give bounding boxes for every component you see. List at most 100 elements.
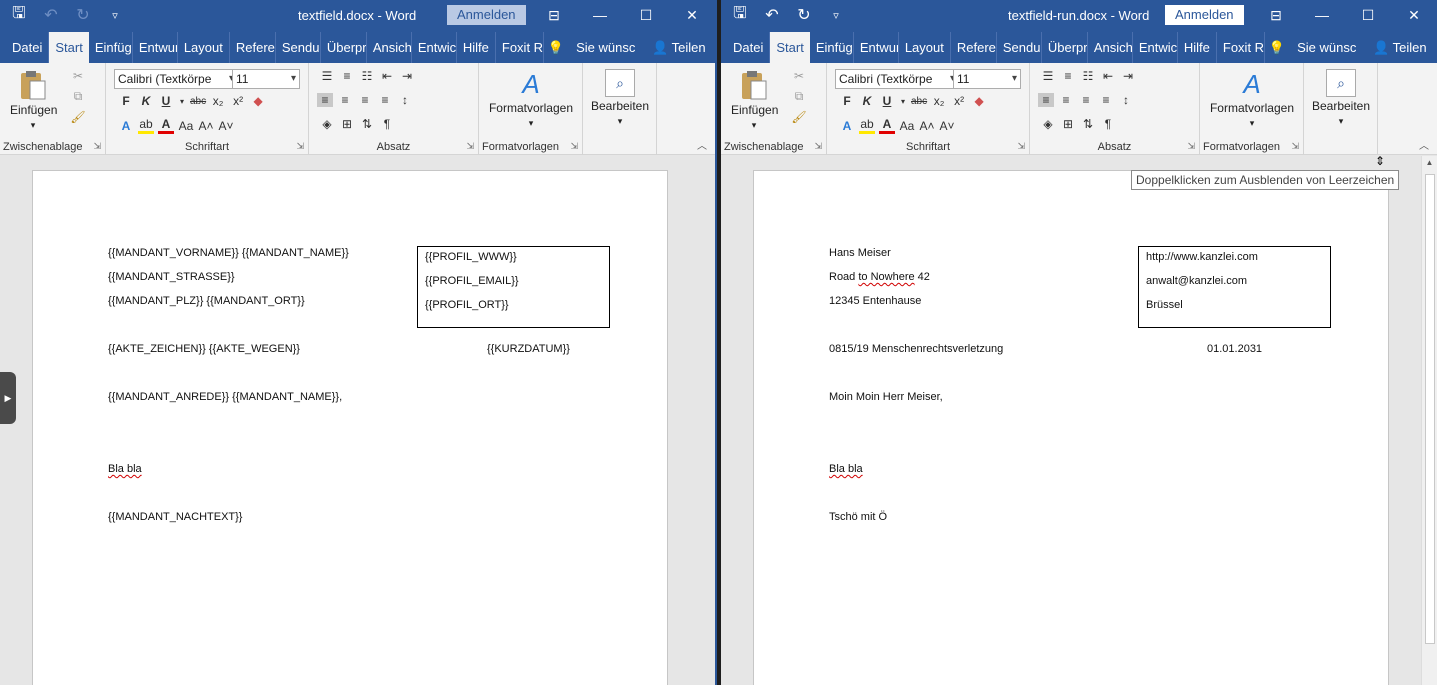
strikethrough-icon[interactable]: abc: [911, 96, 927, 107]
font-color-icon[interactable]: A: [158, 117, 174, 134]
customize-qat-icon[interactable]: ▿: [825, 9, 847, 22]
tab-file[interactable]: Datei: [6, 32, 50, 63]
tab-layout[interactable]: Layout: [899, 32, 951, 63]
side-panel-handle[interactable]: ▶: [0, 372, 16, 424]
tab-help[interactable]: Hilfe: [457, 32, 496, 63]
justify-icon[interactable]: ≡: [1098, 93, 1114, 107]
increase-indent-icon[interactable]: ⇥: [399, 69, 415, 83]
customize-qat-icon[interactable]: ▿: [104, 9, 126, 22]
tell-me-search[interactable]: Sie wünsc: [570, 32, 646, 63]
grow-font-icon[interactable]: A˄: [919, 119, 935, 133]
align-right-icon[interactable]: ≡: [1078, 93, 1094, 107]
line-spacing-icon[interactable]: ↕: [1118, 93, 1134, 107]
editing-button[interactable]: ⌕ Bearbeiten ▾: [589, 69, 651, 127]
tab-home[interactable]: Start: [49, 32, 89, 63]
whitespace-toggle-icon[interactable]: ⇕: [1375, 154, 1385, 168]
font-name-combo[interactable]: Calibri (Textkörpe▾: [835, 69, 959, 89]
tab-mailings[interactable]: Sendur: [997, 32, 1042, 63]
minimize-icon[interactable]: —: [577, 0, 623, 30]
tab-insert[interactable]: Einfüg: [810, 32, 854, 63]
change-case-icon[interactable]: Aa: [899, 119, 915, 133]
dropdown-icon[interactable]: ▾: [899, 97, 907, 106]
text-box[interactable]: {{PROFIL_WWW}} {{PROFIL_EMAIL}} {{PROFIL…: [417, 246, 610, 328]
tab-references[interactable]: Referer: [230, 32, 276, 63]
borders-icon[interactable]: ⊞: [339, 117, 355, 131]
format-painter-icon[interactable]: 🖌: [70, 110, 86, 124]
format-painter-icon[interactable]: 🖌: [791, 110, 807, 124]
font-size-combo[interactable]: 11 ▾: [232, 69, 300, 89]
underline-icon[interactable]: U: [158, 94, 174, 108]
bold-icon[interactable]: F: [839, 94, 855, 108]
tab-view[interactable]: Ansich: [367, 32, 412, 63]
tab-foxit[interactable]: Foxit R: [496, 32, 544, 63]
align-left-icon[interactable]: ≡: [317, 93, 333, 107]
close-icon[interactable]: ✕: [1391, 0, 1437, 30]
show-marks-icon[interactable]: ¶: [379, 117, 395, 131]
tab-layout[interactable]: Layout: [178, 32, 230, 63]
share-button[interactable]: 👤 Teilen: [646, 32, 712, 63]
redo-icon[interactable]: ↻: [793, 5, 815, 25]
dialog-launcher-icon[interactable]: ⇲: [1187, 141, 1195, 152]
show-marks-icon[interactable]: ¶: [1100, 117, 1116, 131]
dropdown-icon[interactable]: ▾: [178, 97, 186, 106]
tab-design[interactable]: Entwur: [854, 32, 899, 63]
tab-file[interactable]: Datei: [727, 32, 771, 63]
align-center-icon[interactable]: ≡: [1058, 93, 1074, 107]
copy-icon[interactable]: ⧉: [70, 89, 86, 104]
document-page[interactable]: {{MANDANT_VORNAME}} {{MANDANT_NAME}} {{M…: [32, 170, 668, 685]
subscript-icon[interactable]: x₂: [931, 94, 947, 108]
multilevel-list-icon[interactable]: ☷: [1080, 69, 1096, 83]
shading-icon[interactable]: ◈: [1040, 117, 1056, 131]
styles-button[interactable]: A Formatvorlagen ▾: [1206, 69, 1298, 129]
minimize-icon[interactable]: —: [1299, 0, 1345, 30]
dialog-launcher-icon[interactable]: ⇲: [466, 141, 474, 152]
dialog-launcher-icon[interactable]: ⇲: [1291, 141, 1299, 152]
tab-view[interactable]: Ansich: [1088, 32, 1133, 63]
decrease-indent-icon[interactable]: ⇤: [379, 69, 395, 83]
tab-home[interactable]: Start: [770, 32, 810, 63]
maximize-icon[interactable]: ☐: [623, 0, 669, 30]
tab-developer[interactable]: Entwic: [1133, 32, 1178, 63]
dialog-launcher-icon[interactable]: ⇲: [1017, 141, 1025, 152]
highlight-icon[interactable]: ab: [138, 117, 154, 134]
cut-icon[interactable]: ✂: [70, 69, 86, 83]
signin-button[interactable]: Anmelden: [1165, 5, 1244, 25]
borders-icon[interactable]: ⊞: [1060, 117, 1076, 131]
tab-mailings[interactable]: Sendur: [276, 32, 321, 63]
tell-me-search[interactable]: Sie wünsc: [1291, 32, 1367, 63]
collapse-ribbon-icon[interactable]: ︿: [697, 137, 707, 152]
bullets-icon[interactable]: ☰: [319, 69, 335, 83]
font-name-combo[interactable]: Calibri (Textkörpe▾: [114, 69, 238, 89]
align-right-icon[interactable]: ≡: [357, 93, 373, 107]
underline-icon[interactable]: U: [879, 94, 895, 108]
tab-help[interactable]: Hilfe: [1178, 32, 1217, 63]
text-box[interactable]: http://www.kanzlei.com anwalt@kanzlei.co…: [1138, 246, 1331, 328]
line-spacing-icon[interactable]: ↕: [397, 93, 413, 107]
tab-foxit[interactable]: Foxit R: [1217, 32, 1265, 63]
save-icon[interactable]: 🖫: [8, 2, 30, 29]
align-center-icon[interactable]: ≡: [337, 93, 353, 107]
strikethrough-icon[interactable]: abc: [190, 96, 206, 107]
ribbon-display-icon[interactable]: ⊟: [1253, 0, 1299, 30]
numbering-icon[interactable]: ≡: [339, 69, 355, 83]
paste-button[interactable]: Einfügen ▾: [731, 69, 778, 131]
undo-icon[interactable]: ↶: [40, 5, 62, 25]
dialog-launcher-icon[interactable]: ⇲: [93, 141, 101, 152]
italic-icon[interactable]: K: [859, 94, 875, 108]
justify-icon[interactable]: ≡: [377, 93, 393, 107]
copy-icon[interactable]: ⧉: [791, 89, 807, 104]
tab-developer[interactable]: Entwicl: [412, 32, 457, 63]
vertical-scrollbar[interactable]: ▲: [1421, 156, 1437, 685]
save-icon[interactable]: 🖫: [729, 2, 751, 29]
dialog-launcher-icon[interactable]: ⇲: [814, 141, 822, 152]
bold-icon[interactable]: F: [118, 94, 134, 108]
tab-review[interactable]: Überpr: [321, 32, 367, 63]
font-size-combo[interactable]: 11 ▾: [953, 69, 1021, 89]
decrease-indent-icon[interactable]: ⇤: [1100, 69, 1116, 83]
shrink-font-icon[interactable]: A˅: [218, 119, 234, 133]
align-left-icon[interactable]: ≡: [1038, 93, 1054, 107]
clear-formatting-icon[interactable]: ◆: [250, 94, 266, 108]
redo-icon[interactable]: ↻: [72, 5, 94, 25]
styles-button[interactable]: A Formatvorlagen ▾: [485, 69, 577, 129]
dialog-launcher-icon[interactable]: ⇲: [570, 141, 578, 152]
